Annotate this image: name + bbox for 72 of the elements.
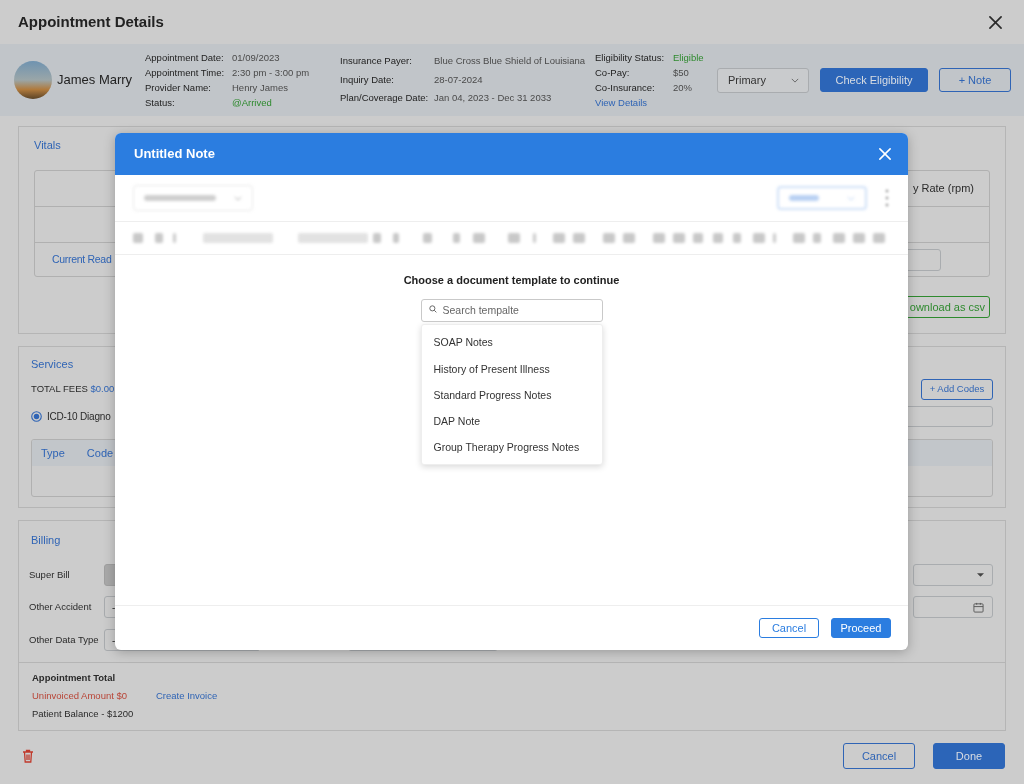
template-option[interactable]: Group Therapy Progress Notes: [433, 440, 580, 457]
select-value: Primary: [728, 72, 766, 88]
column-header: Type: [41, 445, 65, 461]
view-details-link[interactable]: View Details: [595, 97, 648, 108]
chevron-icon: [791, 77, 799, 83]
row-label: Current Read: [52, 251, 112, 267]
total-title: Appointment Total: [32, 671, 116, 685]
dialog-prompt: Choose a document template to continue: [403, 273, 620, 287]
field-label: Status:: [145, 96, 176, 110]
search-field[interactable]: Search tempalte: [420, 298, 603, 322]
field-label: Co-Insurance:: [595, 81, 656, 95]
dialog-title: Untitled Note: [134, 145, 215, 164]
section-title: Billing: [31, 533, 61, 547]
blurred-select[interactable]: [777, 186, 867, 210]
input-value: -: [112, 633, 116, 648]
check-eligibility-button[interactable]: Check Eligibility: [820, 68, 928, 92]
date-field[interactable]: [913, 596, 993, 618]
field-value: Henry James: [232, 81, 289, 95]
column-header: y Rate (rpm): [912, 181, 974, 197]
total-fees: TOTAL FEES $0.00: [31, 382, 115, 397]
cancel-button[interactable]: Cancel: [759, 618, 819, 638]
close-icon[interactable]: [989, 15, 1002, 29]
add-note-button[interactable]: + Note: [939, 68, 1011, 92]
field-value: Eligible: [673, 51, 705, 65]
search-icon: [428, 304, 437, 313]
field-label: Appointment Date:: [145, 51, 225, 65]
field-value: 2:30 pm - 3:00 pm: [232, 66, 311, 80]
input-value: -: [112, 600, 116, 615]
template-option[interactable]: Standard Progress Notes: [433, 387, 552, 404]
column-header: Code: [86, 445, 114, 461]
kebab-icon[interactable]: [885, 189, 889, 207]
done-button[interactable]: Done: [933, 743, 1005, 769]
template-option[interactable]: History of Present Illness: [433, 361, 550, 378]
field-label: Insurance Payer:: [340, 54, 413, 69]
create-invoice-link[interactable]: Create Invoice: [156, 687, 218, 705]
field-value: 20%: [673, 81, 693, 95]
radio-button[interactable]: [31, 411, 42, 422]
field-label: Other Accident: [29, 599, 93, 614]
add-codes-button[interactable]: + Add Codes: [921, 379, 993, 400]
field-label: Super Bill: [29, 567, 71, 582]
field-label: Co-Pay:: [595, 66, 631, 80]
select-field[interactable]: [913, 564, 993, 586]
blurred-text-drawing: [789, 195, 819, 201]
avatar: [14, 61, 52, 99]
section-title: Services: [31, 357, 74, 371]
coverage-select[interactable]: Primary: [717, 67, 809, 93]
field-value: @Arrived: [232, 96, 273, 110]
field-value: 01/09/2023: [232, 51, 281, 65]
template-option[interactable]: SOAP Notes: [433, 335, 493, 351]
section-title: Vitals: [34, 138, 61, 152]
field-value: Blue Cross Blue Shield of Louisiana: [434, 54, 587, 69]
field-label: Plan/Coverage Date:: [340, 91, 430, 106]
field-label: Provider Name:: [145, 81, 212, 95]
field-label: Appointment Time:: [145, 66, 226, 80]
cancel-button[interactable]: Cancel: [843, 743, 915, 769]
calendar-icon: [973, 601, 984, 613]
field-label: Eligibility Status:: [595, 51, 666, 65]
proceed-button[interactable]: Proceed: [831, 618, 891, 638]
uninvoiced-amount: Uninvoiced Amount $0: [32, 689, 129, 703]
field-value: $50: [673, 66, 690, 80]
window-title: Appointment Details: [18, 11, 164, 32]
field-value: Jan 04, 2023 - Dec 31 2033: [434, 91, 553, 106]
template-option[interactable]: DAP Note: [433, 414, 480, 430]
field-label: Inquiry Date:: [340, 72, 395, 87]
trash-icon[interactable]: [22, 749, 34, 763]
caret-icon: [977, 573, 984, 577]
patient-balance: Patient Balance - $1200: [32, 707, 134, 721]
field-label: Other Data Type: [29, 632, 100, 647]
option-label: ICD-10 Diagno: [47, 410, 111, 424]
field-value: 28-07-2024: [434, 72, 484, 87]
patient-name: James Marry: [57, 71, 134, 90]
blurred-select[interactable]: [133, 185, 253, 211]
